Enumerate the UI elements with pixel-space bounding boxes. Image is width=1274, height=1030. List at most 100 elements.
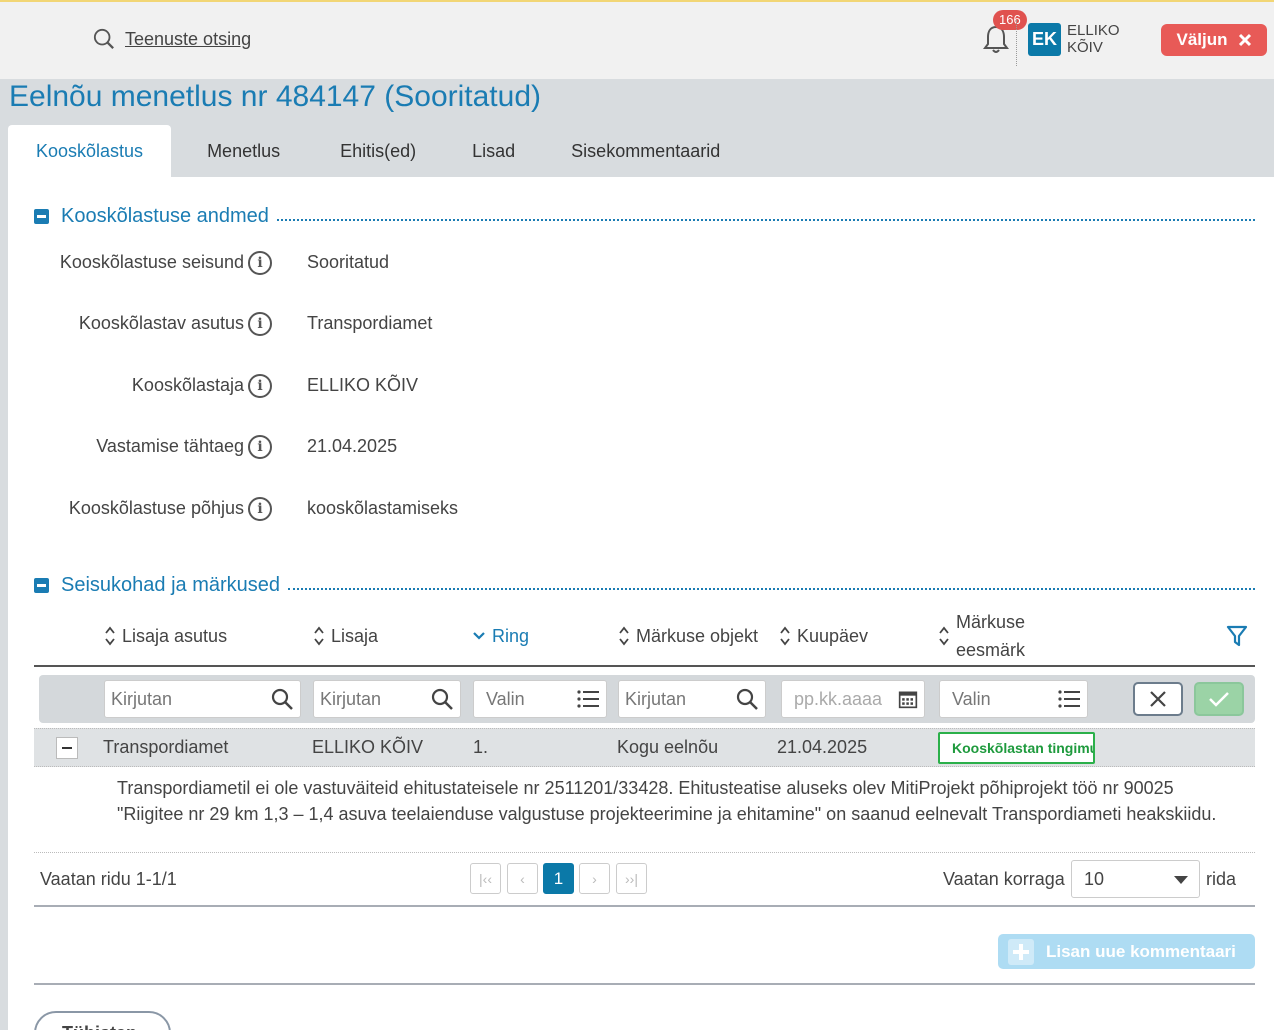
field-row: Vastamise tähtaeg i 21.04.2025 xyxy=(8,435,708,463)
filter-lisaja-input[interactable]: Kirjutan xyxy=(313,680,461,718)
filter-icon[interactable] xyxy=(1226,625,1248,647)
filter-eesmark-select[interactable]: Valin xyxy=(939,680,1088,718)
row-divider xyxy=(34,852,1255,853)
field-row: Kooskõlastaja i ELLIKO KÕIV xyxy=(8,374,708,402)
tab-bar: Kooskõlastus Menetlus Ehitis(ed) Lisad S… xyxy=(8,125,748,177)
logout-button[interactable]: Väljun xyxy=(1161,24,1267,56)
next-page-button[interactable]: › xyxy=(579,863,610,894)
remark-comment: Transpordiametil ei ole vastuväiteid ehi… xyxy=(117,778,1217,824)
user-name: ELLIKO KÕIV xyxy=(1067,22,1120,56)
per-page-label: Vaatan korraga xyxy=(943,869,1065,889)
field-value: 21.04.2025 xyxy=(307,436,398,456)
add-comment-button[interactable]: Lisan uue kommentaari xyxy=(998,934,1255,969)
column-kuupaev[interactable]: Kuupäev xyxy=(779,607,868,665)
first-page-button[interactable]: |‹‹ xyxy=(470,863,501,894)
remarks-table-header: Lisaja asutus Lisaja Ring Märkuse objekt… xyxy=(34,607,1255,667)
calendar-icon xyxy=(898,691,918,709)
cancel-button[interactable]: Tühistan xyxy=(34,1011,171,1030)
field-label: Vastamise tähtaeg xyxy=(96,436,244,456)
search-icon xyxy=(271,688,293,710)
search-icon xyxy=(93,28,114,49)
field-label: Kooskõlastaja xyxy=(131,375,244,395)
details-section-title: Kooskõlastuse andmed xyxy=(61,205,269,227)
field-row: Kooskõlastuse põhjus i kooskõlastamiseks xyxy=(8,497,708,525)
check-icon xyxy=(1209,692,1229,707)
cell-lisaja: ELLIKO KÕIV xyxy=(312,737,424,757)
plus-icon xyxy=(1008,938,1034,965)
clear-filter-button[interactable] xyxy=(1133,682,1183,716)
filter-ring-select[interactable]: Valin xyxy=(473,680,607,718)
per-page-select[interactable]: 10 xyxy=(1071,860,1200,898)
tab-menetlus[interactable]: Menetlus xyxy=(171,125,312,177)
filter-row: Kirjutan Kirjutan Valin Kirjutan pp.kk.a… xyxy=(39,675,1255,723)
info-icon[interactable]: i xyxy=(248,312,272,336)
section-divider xyxy=(276,218,1255,221)
column-ring[interactable]: Ring xyxy=(472,607,529,665)
filter-placeholder: pp.kk.aaaa xyxy=(794,688,883,709)
filter-placeholder: Kirjutan xyxy=(320,688,382,709)
prev-page-button[interactable]: ‹ xyxy=(507,863,538,894)
table-row[interactable]: Transpordiamet ELLIKO KÕIV 1. Kogu eelnõ… xyxy=(34,728,1255,767)
column-label: Ring xyxy=(492,625,530,646)
column-label: Lisaja asutus xyxy=(122,625,228,646)
sort-icon xyxy=(619,626,629,646)
info-icon[interactable]: i xyxy=(248,435,272,459)
close-icon xyxy=(1238,33,1251,47)
filter-placeholder: Kirjutan xyxy=(111,688,173,709)
field-value: Sooritatud xyxy=(307,252,390,272)
tab-sisekommentaarid[interactable]: Sisekommentaarid xyxy=(543,125,748,177)
collapse-row-button[interactable] xyxy=(56,737,78,759)
cell-ring: 1. xyxy=(473,737,489,757)
filter-placeholder: Valin xyxy=(952,688,991,709)
section-divider xyxy=(288,587,1255,590)
sort-icon xyxy=(939,626,949,646)
logout-label: Väljun xyxy=(1176,30,1228,49)
close-icon xyxy=(1150,691,1166,707)
page-button-current[interactable]: 1 xyxy=(543,863,574,894)
info-icon[interactable]: i xyxy=(248,251,272,275)
details-section-header: Kooskõlastuse andmed xyxy=(34,205,1255,228)
column-lisaja[interactable]: Lisaja xyxy=(313,607,378,665)
sort-icon xyxy=(105,626,115,646)
remarks-section-header: Seisukohad ja märkused xyxy=(34,574,1255,597)
apply-filter-button[interactable] xyxy=(1194,682,1244,716)
column-label: Märkuse objekt xyxy=(636,625,759,646)
main-content: Kooskõlastuse andmed Kooskõlastuse seisu… xyxy=(8,177,1274,1030)
collapse-details-button[interactable] xyxy=(34,209,49,224)
service-search[interactable]: Teenuste otsing xyxy=(93,28,251,50)
add-comment-label: Lisan uue kommentaari xyxy=(1046,941,1236,961)
service-search-link[interactable]: Teenuste otsing xyxy=(125,29,251,50)
chevron-down-icon xyxy=(473,632,485,640)
filter-placeholder: Valin xyxy=(486,688,525,709)
filter-objekt-input[interactable]: Kirjutan xyxy=(618,680,766,718)
collapse-remarks-button[interactable] xyxy=(34,578,49,593)
list-icon xyxy=(577,690,599,708)
column-label: Lisaja xyxy=(331,625,379,646)
column-lisaja-asutus[interactable]: Lisaja asutus xyxy=(104,607,227,665)
search-icon xyxy=(431,688,453,710)
avatar[interactable]: EK xyxy=(1028,23,1061,56)
info-icon[interactable]: i xyxy=(248,374,272,398)
search-icon xyxy=(736,688,758,710)
page-title: Eelnõu menetlus nr 484147 (Sooritatud) xyxy=(9,80,542,113)
tab-ehitised[interactable]: Ehitis(ed) xyxy=(312,125,444,177)
filter-asutus-input[interactable]: Kirjutan xyxy=(104,680,301,718)
field-row: Kooskõlastuse seisund i Sooritatud xyxy=(8,251,708,279)
column-label: Märkuse eesmärk xyxy=(956,612,1026,660)
last-page-button[interactable]: ››| xyxy=(616,863,647,894)
tab-kooskolastus[interactable]: Kooskõlastus xyxy=(8,125,172,177)
field-row: Kooskõlastav asutus i Transpordiamet xyxy=(8,312,708,340)
info-icon[interactable]: i xyxy=(248,497,272,521)
pager-info: Vaatan ridu 1-1/1 xyxy=(40,869,177,889)
filter-kuupaev-input[interactable]: pp.kk.aaaa xyxy=(781,680,925,718)
column-markuse-objekt[interactable]: Märkuse objekt xyxy=(618,607,758,665)
tab-lisad[interactable]: Lisad xyxy=(444,125,543,177)
field-label: Kooskõlastuse seisund xyxy=(59,252,244,272)
status-badge: Kooskõlastan tingimustega xyxy=(938,732,1095,764)
column-markuse-eesmark[interactable]: Märkuse eesmärk xyxy=(938,607,1036,665)
sort-icon xyxy=(314,626,324,646)
list-icon xyxy=(1058,690,1080,708)
field-value: kooskõlastamiseks xyxy=(307,498,459,518)
field-label: Kooskõlastuse põhjus xyxy=(68,498,244,518)
header-divider xyxy=(1016,20,1017,66)
